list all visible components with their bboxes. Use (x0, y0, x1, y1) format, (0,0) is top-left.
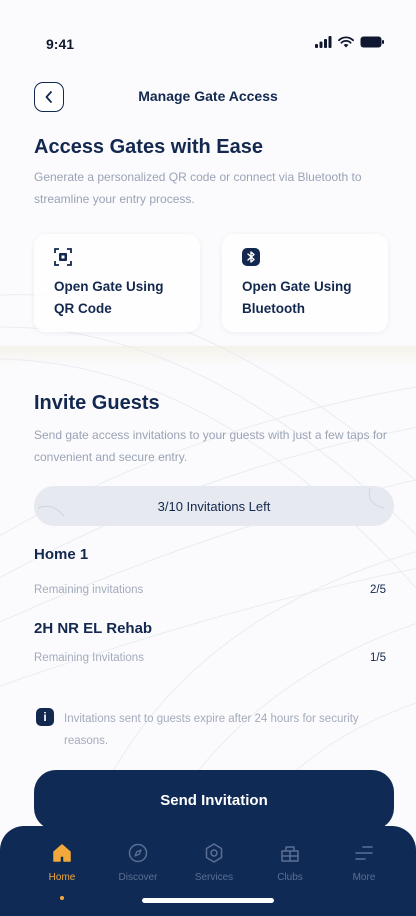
tab-more-label: More (352, 872, 376, 883)
active-tab-dot (60, 896, 64, 900)
home-icon (53, 844, 71, 862)
tab-discover-label: Discover (118, 872, 158, 883)
tab-services[interactable]: Services (184, 842, 244, 883)
page-title: Manage Gate Access (138, 88, 278, 104)
open-gate-bluetooth-label: Open Gate Using Bluetooth (242, 279, 352, 316)
access-section-description: Generate a personalized QR code or conne… (34, 170, 362, 206)
signal-icon (315, 36, 332, 48)
page-header: Manage Gate Access (0, 80, 416, 114)
info-icon: i (36, 708, 54, 726)
services-icon (205, 843, 223, 863)
tab-clubs[interactable]: Clubs (260, 842, 320, 883)
invitations-left-badge: 3/10 Invitations Left (34, 486, 394, 526)
status-bar: 9:41 (0, 0, 416, 60)
menu-icon (355, 846, 373, 860)
open-gate-bluetooth-card[interactable]: Open Gate Using Bluetooth (222, 234, 388, 332)
home-2-remaining-label: Remaining Invitations (34, 652, 144, 664)
compass-icon (128, 843, 148, 863)
bottom-tab-bar: Home Discover Services Clubs More (0, 826, 416, 916)
home-1-remaining-label: Remaining invitations (34, 584, 144, 596)
status-icons (315, 36, 384, 48)
tab-services-label: Services (194, 872, 234, 883)
send-invitation-label: Send Invitation (160, 791, 268, 809)
tab-home[interactable]: Home (32, 842, 92, 900)
send-invitation-button[interactable]: Send Invitation (34, 770, 394, 830)
tab-clubs-label: Clubs (277, 872, 303, 883)
wifi-icon (338, 36, 354, 48)
home-2-remaining-value: 1/5 (370, 652, 386, 664)
invitations-left-text: 3/10 Invitations Left (157, 498, 271, 514)
clubs-icon (281, 846, 299, 862)
home-1-name: Home 1 (34, 546, 89, 563)
phone-screen: 9:41 Manage Gate Access Access Gates wit… (0, 0, 416, 916)
invite-section-title: Invite Guests (34, 392, 160, 414)
home-indicator (142, 898, 274, 903)
open-gate-qr-card[interactable]: Open Gate Using QR Code (34, 234, 200, 332)
qr-code-icon (54, 248, 72, 266)
tab-discover[interactable]: Discover (108, 842, 168, 883)
status-time: 9:41 (46, 36, 75, 52)
tab-more[interactable]: More (334, 842, 394, 883)
home-1-remaining-value: 2/5 (370, 584, 386, 596)
expiry-note: Invitations sent to guests expire after … (64, 713, 359, 747)
bluetooth-icon (242, 248, 260, 266)
open-gate-qr-label: Open Gate Using QR Code (54, 279, 164, 316)
invite-section-description: Send gate access invitations to your gue… (34, 428, 387, 464)
tab-home-label: Home (48, 872, 76, 883)
battery-icon (360, 36, 384, 48)
home-2-name: 2H NR EL Rehab (34, 620, 153, 637)
section-divider (0, 346, 416, 366)
access-section-title: Access Gates with Ease (34, 136, 264, 158)
